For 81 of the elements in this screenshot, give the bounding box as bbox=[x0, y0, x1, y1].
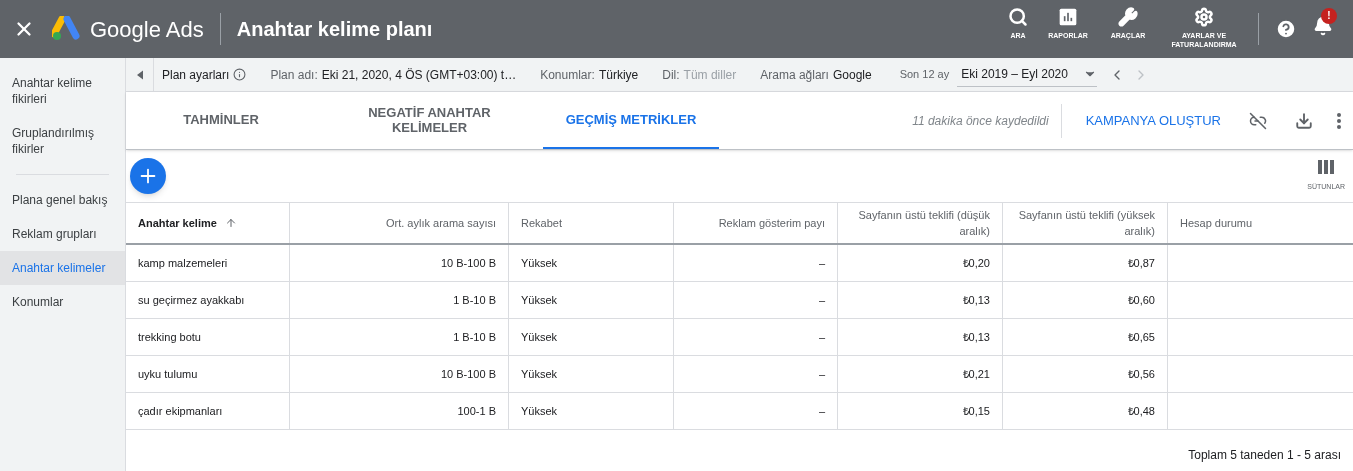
field-value: Google bbox=[832, 66, 872, 84]
table-cell-text: – bbox=[818, 255, 825, 271]
broken-link-icon bbox=[1249, 111, 1267, 130]
sidebar-item[interactable]: Plana genel bakış bbox=[0, 183, 125, 217]
table-cell-text: kamp malzemeleri bbox=[138, 255, 228, 271]
table-cell-text: 10 B-100 B bbox=[440, 255, 496, 271]
tab[interactable]: TAHMİNLER bbox=[126, 92, 316, 149]
table-cell-text: çadır ekipmanları bbox=[138, 403, 223, 419]
unlink-button[interactable] bbox=[1249, 111, 1267, 130]
field-value: Tüm diller bbox=[683, 66, 737, 84]
download-icon bbox=[1295, 111, 1313, 130]
column-header[interactable]: Reklam gösterim payı bbox=[674, 203, 838, 243]
table-cell-text: – bbox=[818, 292, 825, 308]
download-button[interactable] bbox=[1295, 111, 1313, 130]
tab[interactable]: GEÇMİŞ METRİKLER bbox=[543, 92, 719, 149]
wrench-icon bbox=[1118, 7, 1138, 27]
create-campaign-button[interactable]: KAMPANYA OLUŞTUR bbox=[1073, 102, 1233, 139]
table-cell-text: ₺0,21 bbox=[962, 366, 990, 382]
table-cell-text: trekking botu bbox=[138, 329, 201, 345]
sidebar-item[interactable]: Anahtar kelimeler bbox=[0, 251, 125, 285]
table-cell-text: Yüksek bbox=[521, 255, 558, 271]
table-cell-text: Yüksek bbox=[521, 366, 558, 382]
table-cell-text: ₺0,87 bbox=[1127, 255, 1155, 271]
sidebar-item[interactable]: Konumlar bbox=[0, 285, 125, 319]
table-cell-text: ₺0,60 bbox=[1127, 292, 1155, 308]
table-cell-text: 100-1 B bbox=[457, 403, 496, 419]
help-button[interactable] bbox=[1275, 18, 1297, 40]
table-cell-text: 1 B-10 B bbox=[453, 329, 496, 345]
settings-icon bbox=[1194, 7, 1214, 27]
bar-chart-icon bbox=[1058, 7, 1078, 27]
table-cell-text: ₺0,56 bbox=[1127, 366, 1155, 382]
columns-icon bbox=[1318, 159, 1335, 174]
field-value: Türkiye bbox=[598, 66, 639, 84]
page-title: Anahtar kelime planı bbox=[236, 17, 433, 42]
sidebar-item[interactable]: Anahtar kelime fikirleri bbox=[0, 66, 125, 116]
table-cell-text: 1 B-10 B bbox=[453, 292, 496, 308]
column-header[interactable]: Sayfanın üstü teklifi (yüksek aralık) bbox=[1003, 203, 1168, 243]
sort-arrow-icon bbox=[224, 217, 237, 229]
column-header[interactable]: Sayfanın üstü teklifi (düşük aralık) bbox=[838, 203, 1003, 243]
more-button[interactable] bbox=[1337, 112, 1341, 129]
field-label: Plan adı: bbox=[270, 66, 318, 84]
table-cell-text: Yüksek bbox=[521, 329, 558, 345]
date-range-label: Son 12 ay bbox=[899, 67, 950, 83]
table-cell-text: ₺0,20 bbox=[962, 255, 990, 271]
plan-settings-label: Plan ayarları bbox=[162, 66, 230, 84]
table-cell-text: ₺0,13 bbox=[962, 329, 990, 345]
table-cell-text: ₺0,48 bbox=[1127, 403, 1155, 419]
field-label: Arama ağları bbox=[760, 66, 829, 84]
sidebar-item[interactable]: Reklam grupları bbox=[0, 217, 125, 251]
more-icon bbox=[1337, 112, 1341, 129]
info-icon bbox=[233, 68, 247, 81]
table-cell-text: su geçirmez ayakkabı bbox=[138, 292, 245, 308]
column-header[interactable]: Anahtar kelime bbox=[126, 203, 290, 243]
pagination-text: Toplam 5 taneden 1 - 5 arası bbox=[1188, 447, 1341, 464]
table-cell-text: Yüksek bbox=[521, 403, 558, 419]
add-button[interactable] bbox=[130, 158, 166, 194]
table-cell-text: ₺0,15 bbox=[962, 403, 990, 419]
column-header[interactable]: Hesap durumu bbox=[1168, 203, 1353, 243]
logo-icon bbox=[52, 16, 82, 42]
column-header[interactable]: Ort. aylık arama sayısı bbox=[290, 203, 509, 243]
left-triangle-icon bbox=[136, 69, 143, 80]
table-cell-text: uyku tulumu bbox=[138, 366, 198, 382]
table-cell-text: Yüksek bbox=[521, 292, 558, 308]
field-label: Konumlar: bbox=[540, 66, 595, 84]
tab[interactable]: NEGATİF ANAHTAR KELİMELER bbox=[316, 92, 543, 149]
table-cell-text: – bbox=[818, 366, 825, 382]
sidebar-item[interactable]: Gruplandırılmış fikirler bbox=[0, 116, 125, 166]
table-cell-text: ₺0,65 bbox=[1127, 329, 1155, 345]
date-range-dropdown[interactable]: Eki 2019 – Eyl 2020 bbox=[957, 62, 1098, 87]
column-header[interactable]: Rekabet bbox=[509, 203, 674, 243]
table-cell-text: 10 B-100 B bbox=[440, 366, 496, 382]
help-icon bbox=[1275, 18, 1297, 40]
field-value: Eki 21, 2020, 4 ÖS (GMT+03:00) t… bbox=[321, 66, 517, 84]
search-icon bbox=[1008, 7, 1028, 27]
table-cell-text: – bbox=[818, 403, 825, 419]
saved-status: 11 dakika önce kaydedildi bbox=[912, 112, 1049, 130]
notification-badge: ! bbox=[1321, 7, 1337, 24]
field-label: Dil: bbox=[662, 66, 680, 84]
table-cell-text: – bbox=[818, 329, 825, 345]
product-name: Google Ads bbox=[90, 15, 204, 44]
table-cell-text: ₺0,13 bbox=[962, 292, 990, 308]
